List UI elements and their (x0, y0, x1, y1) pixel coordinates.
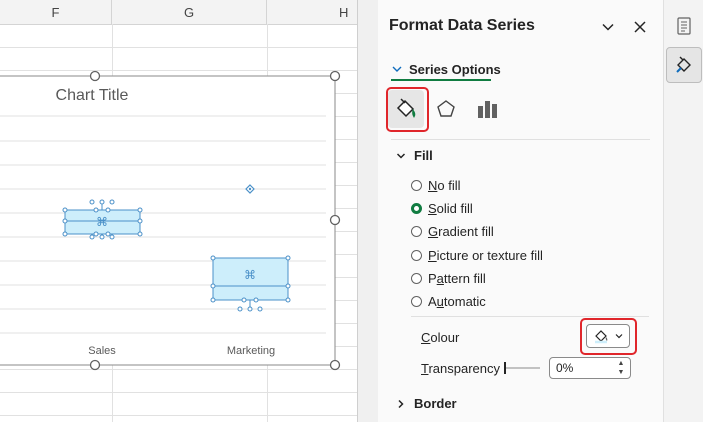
fill-section-label: Fill (414, 148, 433, 163)
resize-handle-top[interactable] (89, 70, 101, 82)
chevron-down-icon (602, 23, 614, 31)
selection-handle[interactable] (257, 306, 263, 312)
radio-no-fill[interactable]: No fill (411, 176, 461, 194)
mean-marker-marketing: ⌘ (244, 268, 256, 282)
outlier-point-center (248, 187, 252, 191)
radio-solid-fill[interactable]: Solid fill (411, 199, 473, 217)
selection-handle[interactable] (285, 255, 291, 261)
radio-label: Automatic (428, 293, 486, 309)
colour-label: Colour (421, 330, 460, 345)
transparency-slider[interactable] (502, 358, 542, 378)
box-whisker-chart[interactable]: Chart Title ⌘ ⌘ Sales Marketing (0, 0, 357, 422)
document-icon (677, 17, 691, 35)
selection-handle[interactable] (247, 306, 253, 312)
radio-pattern-fill[interactable]: Pattern fill (411, 269, 486, 287)
rail-format-button[interactable] (666, 47, 702, 83)
mean-marker-sales: ⌘ (96, 215, 108, 229)
category-label-sales: Sales (88, 345, 116, 357)
resize-handle-right[interactable] (329, 214, 341, 226)
transparency-label: Transparency (421, 361, 501, 376)
selection-handle[interactable] (137, 207, 143, 213)
border-section-label: Border (414, 396, 457, 411)
radio-picture-fill[interactable]: Picture or texture fill (411, 246, 543, 264)
rail-properties-button[interactable] (666, 8, 702, 44)
pane-options-button[interactable] (597, 16, 619, 38)
radio-label: Pattern fill (428, 270, 486, 286)
selection-handle[interactable] (109, 234, 115, 240)
highlight-colour-picker (580, 318, 637, 355)
selection-handle[interactable] (137, 218, 143, 224)
effects-category-button[interactable] (428, 90, 464, 128)
radio-button[interactable] (411, 295, 422, 307)
pane-splitter[interactable] (357, 0, 379, 422)
selection-handle[interactable] (253, 297, 259, 303)
selection-handle[interactable] (137, 231, 143, 237)
close-icon (634, 21, 646, 33)
paintbrush-icon (676, 56, 691, 73)
pane-title: Format Data Series (389, 17, 535, 34)
format-data-series-pane: Format Data Series Series Options Fill N… (378, 0, 663, 422)
selection-handle[interactable] (62, 231, 68, 237)
spin-down-icon[interactable]: ▼ (616, 368, 626, 377)
series-options-category-button[interactable] (469, 90, 505, 128)
radio-button[interactable] (411, 272, 422, 284)
transparency-input[interactable] (556, 361, 612, 375)
spin-up-icon[interactable]: ▲ (616, 359, 626, 368)
fill-divider (411, 316, 649, 317)
transparency-spinner[interactable]: ▲ ▼ (549, 357, 631, 379)
selection-handle[interactable] (210, 297, 216, 303)
selection-handle[interactable] (93, 231, 99, 237)
selection-handle[interactable] (89, 199, 95, 205)
resize-handle-bottom-right[interactable] (329, 359, 341, 371)
pane-divider (391, 139, 650, 140)
selection-handle[interactable] (241, 297, 247, 303)
resize-handle-bottom[interactable] (89, 359, 101, 371)
radio-label: Picture or texture fill (428, 247, 543, 263)
selection-handle[interactable] (93, 207, 99, 213)
radio-button[interactable] (411, 179, 422, 191)
selection-handle[interactable] (285, 297, 291, 303)
selection-handle[interactable] (109, 199, 115, 205)
selection-handle[interactable] (62, 207, 68, 213)
radio-automatic[interactable]: Automatic (411, 292, 486, 310)
slider-thumb[interactable] (504, 362, 506, 374)
chevron-right-icon (398, 399, 404, 408)
selection-handle[interactable] (237, 306, 243, 312)
border-section-toggle[interactable]: Border (396, 396, 457, 411)
selection-handle[interactable] (89, 234, 95, 240)
selection-handle[interactable] (210, 283, 216, 289)
radio-label: Solid fill (428, 200, 473, 216)
pentagon-icon (437, 100, 455, 117)
radio-label: No fill (428, 177, 461, 193)
resize-handle-top-right[interactable] (329, 70, 341, 82)
close-button[interactable] (629, 16, 651, 38)
selection-handle[interactable] (285, 283, 291, 289)
chart-area[interactable] (0, 75, 336, 366)
selection-handle[interactable] (105, 207, 111, 213)
right-side-rail (663, 0, 703, 422)
chevron-down-icon (396, 152, 406, 159)
bar-chart-icon (478, 101, 497, 118)
chart-title[interactable]: Chart Title (56, 87, 129, 104)
radio-button[interactable] (411, 225, 422, 237)
tab-active-indicator (391, 79, 491, 81)
selection-handle[interactable] (105, 231, 111, 237)
radio-button-checked[interactable] (411, 202, 422, 214)
chevron-down-icon (392, 66, 402, 72)
radio-gradient-fill[interactable]: Gradient fill (411, 222, 494, 240)
spreadsheet-grid[interactable]: F G H Chart Title ⌘ ⌘ Sales Marketing (0, 0, 357, 422)
fill-section-toggle[interactable]: Fill (396, 148, 433, 163)
radio-label: Gradient fill (428, 223, 494, 239)
selection-handle[interactable] (62, 218, 68, 224)
selection-handle[interactable] (99, 199, 105, 205)
selection-handle[interactable] (210, 255, 216, 261)
selection-handle[interactable] (99, 234, 105, 240)
highlight-fill-category (386, 87, 429, 132)
radio-button[interactable] (411, 249, 422, 261)
category-label-marketing: Marketing (227, 345, 275, 357)
tab-series-options-label: Series Options (409, 61, 501, 77)
